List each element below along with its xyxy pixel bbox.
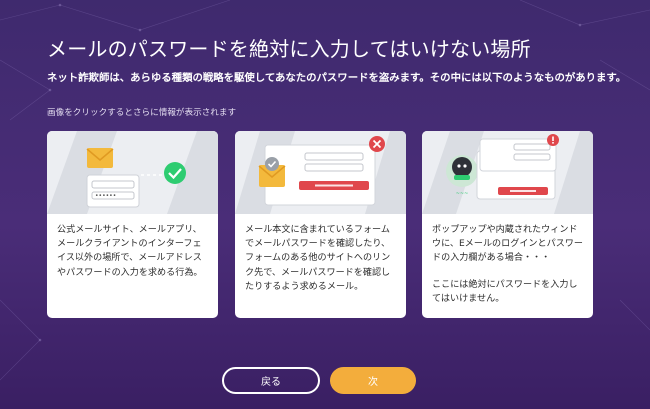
svg-text:~~~: ~~~: [456, 191, 469, 197]
page-title: メールのパスワードを絶対に入力してはいけない場所: [47, 37, 531, 61]
back-button[interactable]: 戻る: [222, 367, 320, 394]
card-text: メール本文に含まれているフォームでメールパスワードを確認したり、フォームのある他…: [235, 214, 406, 294]
click-hint: 画像をクリックするとさらに情報が表示されます: [47, 108, 237, 118]
envelope-check-icon: ••••••: [47, 131, 218, 214]
svg-text:••••••: ••••••: [95, 193, 116, 200]
email-form-error-icon: [235, 131, 406, 214]
popup-warning-icon: ~~~: [422, 131, 593, 214]
card-paragraph: ポップアップや内蔵されたウィンドウに、Eメールのログインとパスワードの入力欄があ…: [432, 225, 583, 264]
card-email-form[interactable]: メール本文に含まれているフォームでメールパスワードを確認したり、フォームのある他…: [235, 131, 406, 318]
card-paragraph: メール本文に含まれているフォームでメールパスワードを確認したり、フォームのある他…: [245, 225, 391, 292]
card-official-site[interactable]: •••••• 公式メールサイト、メールアプリ、メールクライアントのインターフェイ…: [47, 131, 218, 318]
card-paragraph: ここには絶対にパスワードを入力してはいけません。: [432, 279, 578, 304]
page-description: ネット詐欺師は、あらゆる種類の戦略を駆使してあなたのパスワードを盗みます。その中…: [47, 72, 627, 84]
next-button[interactable]: 次: [330, 367, 416, 394]
card-popup-window[interactable]: ~~~ ポップアップや内蔵されたウィンドウに、Eメールのログインとパスワードの入…: [422, 131, 593, 318]
card-paragraph: 公式メールサイト、メールアプリ、メールクライアントのインターフェイス以外の場所で…: [57, 225, 203, 278]
card-text: ポップアップや内蔵されたウィンドウに、Eメールのログインとパスワードの入力欄があ…: [422, 214, 593, 306]
card-text: 公式メールサイト、メールアプリ、メールクライアントのインターフェイス以外の場所で…: [47, 214, 218, 280]
